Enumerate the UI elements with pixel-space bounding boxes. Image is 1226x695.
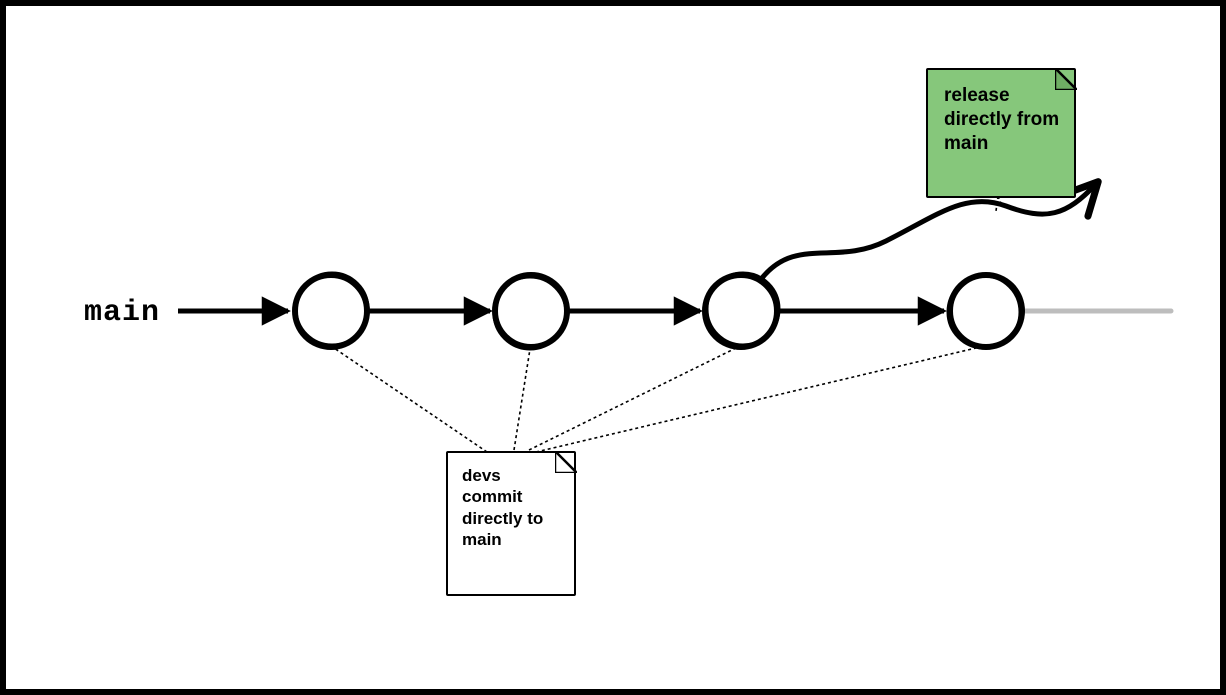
devs-link-c3	[529, 348, 736, 450]
note-release: release directly from main	[926, 68, 1076, 198]
commit-node-3	[705, 273, 779, 347]
note-devs-text: devs commit directly to main	[462, 465, 560, 550]
diagram-frame: main devs commit directly to main releas…	[0, 0, 1226, 695]
release-curve	[762, 184, 1096, 278]
branch-label-main: main	[84, 296, 160, 330]
note-release-text: release directly from main	[944, 84, 1060, 155]
note-devs-commit: devs commit directly to main	[446, 451, 576, 596]
commit-node-1	[295, 273, 368, 347]
commit-node-4	[948, 275, 1022, 348]
commit-node-2	[494, 275, 567, 349]
release-link-2	[996, 196, 998, 211]
devs-link-c2	[514, 349, 530, 450]
devs-link-c4	[536, 348, 976, 452]
devs-link-c1	[334, 348, 487, 452]
